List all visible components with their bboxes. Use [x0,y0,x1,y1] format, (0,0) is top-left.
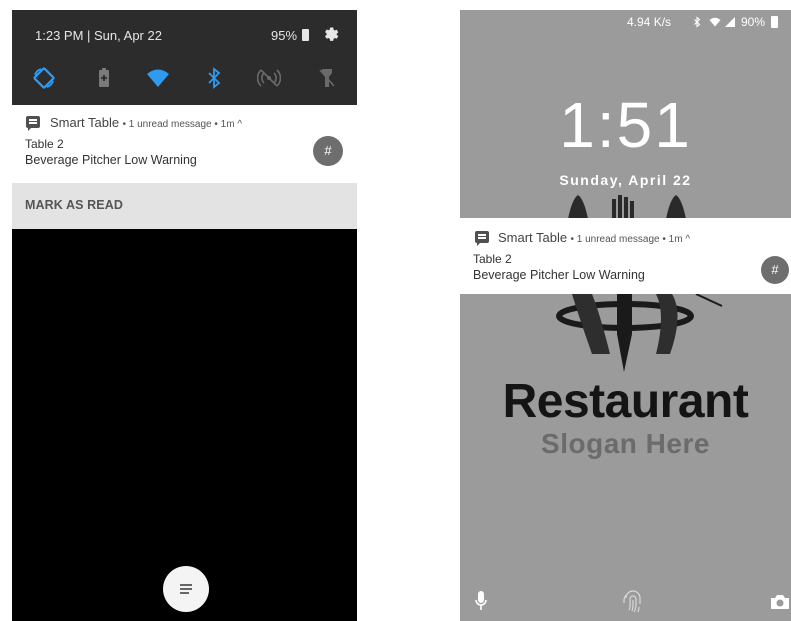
cell-signal-icon [725,17,735,27]
notification-avatar: # [761,256,789,284]
microphone-icon[interactable] [474,590,488,612]
bluetooth-icon [694,16,701,28]
message-icon [26,116,40,131]
wallpaper-logo-slogan: Slogan Here [541,428,710,459]
battery-percent: 90% [741,15,766,29]
notification-shade-screen: 1:23 PM | Sun, Apr 22 95% Smart Table • … [12,10,357,621]
auto-rotate-icon[interactable] [32,66,56,90]
battery-saver-icon[interactable] [92,66,116,90]
network-speed: 4.94 K/s [627,15,672,29]
message-icon [475,231,489,246]
notification-header: Smart Table • 1 unread message • 1m ^ [498,230,690,245]
restaurant-logo-graphic [556,294,723,372]
notification-avatar: # [313,136,343,166]
notification-title: Table 2 [473,252,512,266]
notification-actions: MARK AS READ [12,183,357,229]
lock-date: Sunday, April 22 [559,172,692,188]
restaurant-logo-top [568,195,686,219]
gear-icon[interactable] [322,25,340,43]
camera-icon[interactable] [770,594,790,610]
wallpaper-logo-title: Restaurant [502,375,749,428]
qs-battery-percent: 95% [271,28,298,43]
notification-app-name: Smart Table [50,115,120,130]
lockscreen-notification-card[interactable]: Smart Table • 1 unread message • 1m ^ Ta… [460,218,791,294]
notification-meta: • 1 unread message • 1m ^ [570,234,691,245]
status-bar: 4.94 K/s 90% [591,15,791,31]
mark-as-read-button[interactable]: MARK AS READ [25,198,123,212]
battery-icon [302,29,309,41]
wifi-icon[interactable] [146,66,170,90]
bluetooth-icon[interactable] [202,66,226,90]
quick-settings-panel: 1:23 PM | Sun, Apr 22 95% [12,10,357,105]
lock-screen: 4.94 K/s 90% 1:51 Sunday, April 22 Smart… [460,10,791,621]
clear-all-button[interactable] [163,566,209,612]
lock-clock: 1:51 [559,89,692,161]
qs-time-date: 1:23 PM | Sun, Apr 22 [35,28,162,43]
notification-app-name: Smart Table [498,230,568,245]
flashlight-icon[interactable] [315,66,339,90]
notification-card[interactable]: Smart Table • 1 unread message • 1m ^ Ta… [12,105,357,183]
notification-title: Table 2 [25,137,64,151]
notification-body: Beverage Pitcher Low Warning [473,268,645,282]
notification-header: Smart Table • 1 unread message • 1m ^ [50,115,242,130]
nfc-icon[interactable] [257,66,281,90]
fingerprint-icon[interactable] [622,590,644,614]
battery-icon [771,16,778,28]
notification-meta: • 1 unread message • 1m ^ [122,119,243,130]
wifi-icon [709,17,721,27]
notification-body: Beverage Pitcher Low Warning [25,153,197,167]
